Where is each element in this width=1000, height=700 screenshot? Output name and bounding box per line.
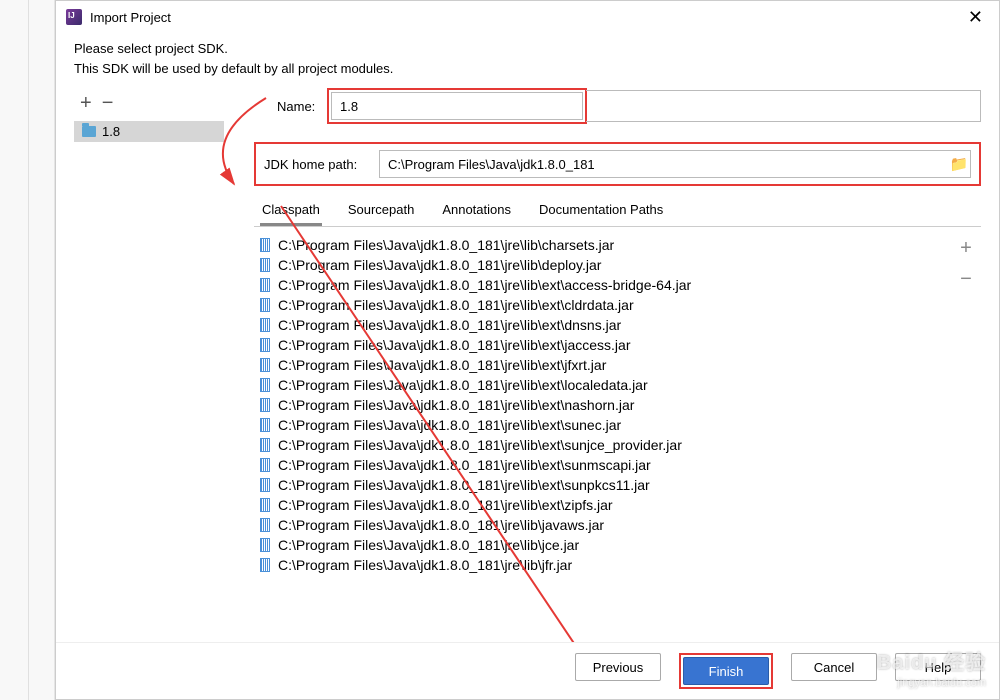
classpath-add-button[interactable]: + xyxy=(960,237,972,260)
classpath-item[interactable]: C:\Program Files\Java\jdk1.8.0_181\jre\l… xyxy=(254,375,951,395)
classpath-item[interactable]: C:\Program Files\Java\jdk1.8.0_181\jre\l… xyxy=(254,255,951,275)
help-button[interactable]: Help xyxy=(895,653,981,681)
jar-icon xyxy=(260,298,270,312)
sdk-detail-panel: Name: JDK home path: 📁 Classpath Sourcep xyxy=(224,88,981,642)
classpath-item[interactable]: C:\Program Files\Java\jdk1.8.0_181\jre\l… xyxy=(254,355,951,375)
classpath-item-path: C:\Program Files\Java\jdk1.8.0_181\jre\l… xyxy=(278,257,601,273)
finish-button[interactable]: Finish xyxy=(683,657,769,685)
classpath-item[interactable]: C:\Program Files\Java\jdk1.8.0_181\jre\l… xyxy=(254,275,951,295)
jdk-home-input-wrap: 📁 xyxy=(379,150,971,178)
name-label: Name: xyxy=(254,99,327,114)
classpath-item[interactable]: C:\Program Files\Java\jdk1.8.0_181\jre\l… xyxy=(254,555,951,575)
classpath-item[interactable]: C:\Program Files\Java\jdk1.8.0_181\jre\l… xyxy=(254,315,951,335)
name-input-extension[interactable] xyxy=(586,90,981,122)
classpath-item-path: C:\Program Files\Java\jdk1.8.0_181\jre\l… xyxy=(278,517,604,533)
jar-icon xyxy=(260,238,270,252)
add-sdk-button[interactable]: + xyxy=(80,92,92,115)
window-title: Import Project xyxy=(90,10,171,25)
jar-icon xyxy=(260,518,270,532)
jar-icon xyxy=(260,438,270,452)
editor-gutter-background xyxy=(0,0,55,700)
jar-icon xyxy=(260,498,270,512)
classpath-item[interactable]: C:\Program Files\Java\jdk1.8.0_181\jre\l… xyxy=(254,455,951,475)
jar-icon xyxy=(260,318,270,332)
sdk-name-input[interactable] xyxy=(331,92,583,120)
jar-icon xyxy=(260,258,270,272)
jar-icon xyxy=(260,358,270,372)
folder-icon xyxy=(82,126,96,137)
jar-icon xyxy=(260,378,270,392)
jar-icon xyxy=(260,418,270,432)
sdk-tree[interactable]: 1.8 xyxy=(74,121,224,642)
classpath-item[interactable]: C:\Program Files\Java\jdk1.8.0_181\jre\l… xyxy=(254,335,951,355)
classpath-item-path: C:\Program Files\Java\jdk1.8.0_181\jre\l… xyxy=(278,397,634,413)
sdk-tabs: Classpath Sourcepath Annotations Documen… xyxy=(254,196,981,227)
jar-icon xyxy=(260,558,270,572)
classpath-item-path: C:\Program Files\Java\jdk1.8.0_181\jre\l… xyxy=(278,497,613,513)
classpath-item-path: C:\Program Files\Java\jdk1.8.0_181\jre\l… xyxy=(278,277,691,293)
previous-button[interactable]: Previous xyxy=(575,653,661,681)
classpath-list[interactable]: C:\Program Files\Java\jdk1.8.0_181\jre\l… xyxy=(254,231,951,642)
dialog-button-row: Previous Finish Cancel Help xyxy=(56,642,999,699)
classpath-item-path: C:\Program Files\Java\jdk1.8.0_181\jre\l… xyxy=(278,357,606,373)
classpath-item-path: C:\Program Files\Java\jdk1.8.0_181\jre\l… xyxy=(278,457,651,473)
classpath-item-path: C:\Program Files\Java\jdk1.8.0_181\jre\l… xyxy=(278,537,579,553)
annotation-jdk-box: JDK home path: 📁 xyxy=(254,142,981,186)
close-icon[interactable]: ✕ xyxy=(962,7,989,28)
cancel-button[interactable]: Cancel xyxy=(791,653,877,681)
jar-icon xyxy=(260,478,270,492)
dialog-description: Please select project SDK. This SDK will… xyxy=(56,33,999,88)
tab-classpath[interactable]: Classpath xyxy=(260,196,322,226)
classpath-item[interactable]: C:\Program Files\Java\jdk1.8.0_181\jre\l… xyxy=(254,515,951,535)
classpath-item-path: C:\Program Files\Java\jdk1.8.0_181\jre\l… xyxy=(278,297,634,313)
jdk-home-input[interactable] xyxy=(380,151,948,177)
tab-annotations[interactable]: Annotations xyxy=(440,196,513,226)
classpath-item[interactable]: C:\Program Files\Java\jdk1.8.0_181\jre\l… xyxy=(254,395,951,415)
jar-icon xyxy=(260,458,270,472)
annotation-name-box xyxy=(327,88,587,124)
import-project-dialog: Import Project ✕ Please select project S… xyxy=(55,0,1000,700)
classpath-item[interactable]: C:\Program Files\Java\jdk1.8.0_181\jre\l… xyxy=(254,495,951,515)
sdk-tree-item[interactable]: 1.8 xyxy=(74,121,224,142)
classpath-item[interactable]: C:\Program Files\Java\jdk1.8.0_181\jre\l… xyxy=(254,295,951,315)
classpath-remove-button[interactable]: − xyxy=(960,268,972,291)
sdk-list-panel: + − 1.8 xyxy=(74,88,224,642)
dialog-body: + − 1.8 Name: JDK home path: xyxy=(56,88,999,642)
browse-folder-icon[interactable]: 📁 xyxy=(948,155,970,173)
remove-sdk-button[interactable]: − xyxy=(102,92,114,115)
titlebar: Import Project ✕ xyxy=(56,1,999,33)
classpath-item-path: C:\Program Files\Java\jdk1.8.0_181\jre\l… xyxy=(278,237,614,253)
classpath-item-path: C:\Program Files\Java\jdk1.8.0_181\jre\l… xyxy=(278,317,621,333)
classpath-item-path: C:\Program Files\Java\jdk1.8.0_181\jre\l… xyxy=(278,557,572,573)
classpath-item-path: C:\Program Files\Java\jdk1.8.0_181\jre\l… xyxy=(278,437,682,453)
description-line-1: Please select project SDK. xyxy=(74,39,981,59)
sdk-tree-item-label: 1.8 xyxy=(102,124,120,139)
jar-icon xyxy=(260,278,270,292)
classpath-item[interactable]: C:\Program Files\Java\jdk1.8.0_181\jre\l… xyxy=(254,415,951,435)
jar-icon xyxy=(260,538,270,552)
classpath-side-toolbar: + − xyxy=(951,231,981,642)
classpath-item[interactable]: C:\Program Files\Java\jdk1.8.0_181\jre\l… xyxy=(254,535,951,555)
description-line-2: This SDK will be used by default by all … xyxy=(74,59,981,79)
classpath-item-path: C:\Program Files\Java\jdk1.8.0_181\jre\l… xyxy=(278,377,648,393)
jar-icon xyxy=(260,398,270,412)
annotation-finish-box: Finish xyxy=(679,653,773,689)
classpath-item-path: C:\Program Files\Java\jdk1.8.0_181\jre\l… xyxy=(278,477,650,493)
intellij-app-icon xyxy=(66,9,82,25)
jdk-home-row: JDK home path: 📁 xyxy=(264,150,971,178)
sdk-toolbar: + − xyxy=(74,88,224,121)
name-row: Name: xyxy=(254,88,981,124)
classpath-item[interactable]: C:\Program Files\Java\jdk1.8.0_181\jre\l… xyxy=(254,475,951,495)
tab-documentation[interactable]: Documentation Paths xyxy=(537,196,665,226)
classpath-item-path: C:\Program Files\Java\jdk1.8.0_181\jre\l… xyxy=(278,417,621,433)
classpath-item-path: C:\Program Files\Java\jdk1.8.0_181\jre\l… xyxy=(278,337,630,353)
tab-sourcepath[interactable]: Sourcepath xyxy=(346,196,417,226)
classpath-area: C:\Program Files\Java\jdk1.8.0_181\jre\l… xyxy=(254,231,981,642)
jdk-home-label: JDK home path: xyxy=(264,157,379,172)
classpath-item[interactable]: C:\Program Files\Java\jdk1.8.0_181\jre\l… xyxy=(254,235,951,255)
jar-icon xyxy=(260,338,270,352)
classpath-item[interactable]: C:\Program Files\Java\jdk1.8.0_181\jre\l… xyxy=(254,435,951,455)
